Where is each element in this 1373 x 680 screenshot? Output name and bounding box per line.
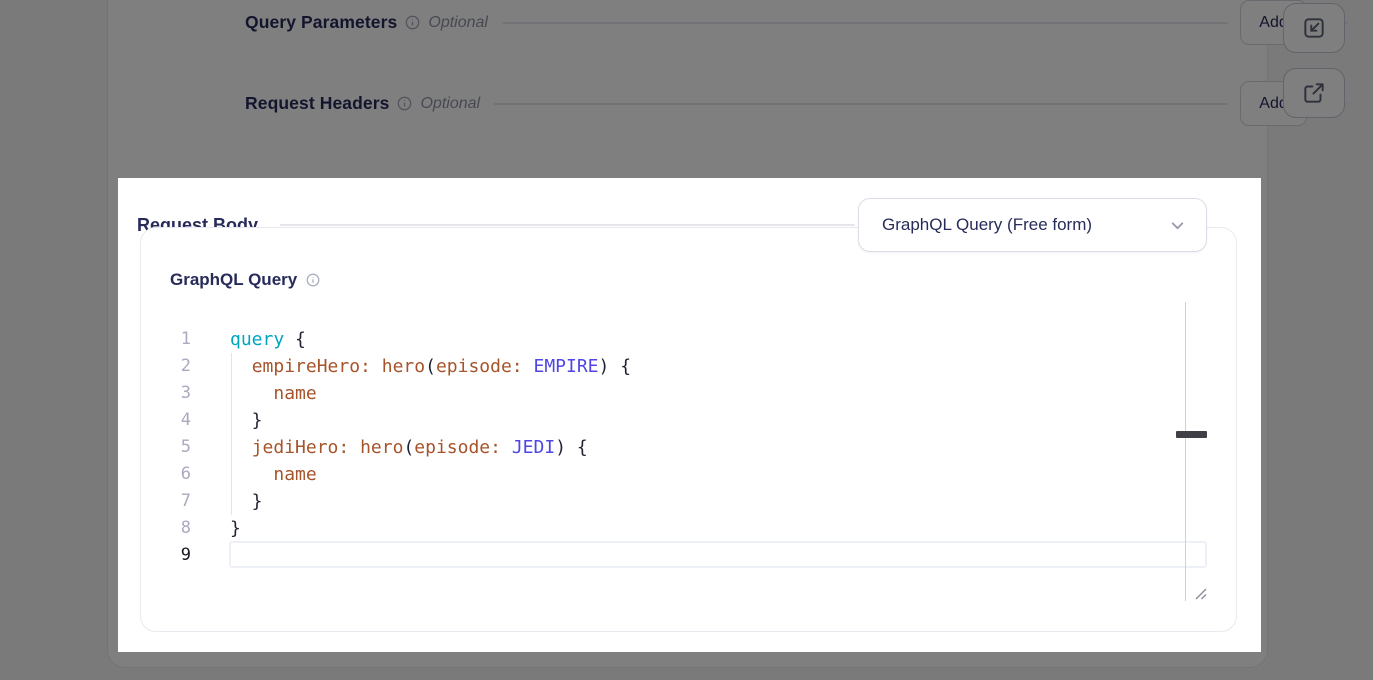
graphql-query-label-row: GraphQL Query bbox=[170, 270, 320, 290]
info-icon[interactable] bbox=[306, 273, 320, 287]
dim-overlay-left bbox=[0, 178, 118, 652]
resize-grip-icon[interactable] bbox=[1193, 586, 1208, 601]
code-line: 8} bbox=[165, 515, 631, 542]
line-number: 9 bbox=[165, 542, 191, 569]
code-line: 3 name bbox=[165, 380, 631, 407]
request-body-type-select[interactable]: GraphQL Query (Free form) bbox=[858, 198, 1207, 252]
chevron-down-icon bbox=[1169, 217, 1186, 234]
code-line: 6 name bbox=[165, 461, 631, 488]
line-number: 6 bbox=[165, 461, 191, 488]
graphql-query-label: GraphQL Query bbox=[170, 270, 297, 290]
page: Query Parameters Optional Add Request He… bbox=[0, 0, 1373, 680]
editor-scrollbar-track bbox=[1185, 302, 1186, 601]
line-number: 8 bbox=[165, 515, 191, 542]
graphql-query-editor[interactable]: 1query {2 empireHero: hero(episode: EMPI… bbox=[165, 326, 631, 569]
code-line: 2 empireHero: hero(episode: EMPIRE) { bbox=[165, 353, 631, 380]
code-line: 9 bbox=[165, 542, 631, 569]
editor-scrollbar-thumb[interactable] bbox=[1176, 431, 1207, 438]
line-number: 7 bbox=[165, 488, 191, 515]
divider bbox=[280, 224, 855, 226]
line-number: 3 bbox=[165, 380, 191, 407]
code-line: 7 } bbox=[165, 488, 631, 515]
line-number: 1 bbox=[165, 326, 191, 353]
dim-overlay-bottom bbox=[0, 652, 1373, 680]
dim-overlay-right bbox=[1261, 178, 1373, 652]
code-line: 4 } bbox=[165, 407, 631, 434]
code-line: 5 jediHero: hero(episode: JEDI) { bbox=[165, 434, 631, 461]
code-line: 1query { bbox=[165, 326, 631, 353]
line-number: 2 bbox=[165, 353, 191, 380]
line-number: 5 bbox=[165, 434, 191, 461]
dim-overlay-top bbox=[0, 0, 1373, 178]
line-number: 4 bbox=[165, 407, 191, 434]
request-body-type-value: GraphQL Query (Free form) bbox=[882, 215, 1159, 235]
